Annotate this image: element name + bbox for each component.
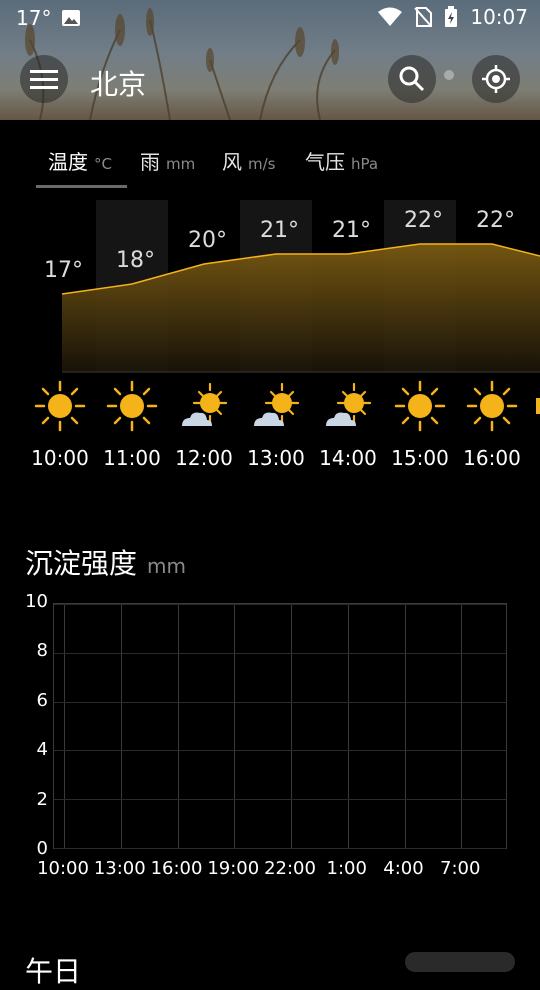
menu-button[interactable] [20,55,68,103]
tab-label: 气压 [305,150,345,174]
grid-line-horizontal [54,750,506,752]
precipitation-header: 沉淀强度 mm [25,542,186,582]
precipitation-chart [53,603,507,849]
x-tick-label: 1:00 [326,858,367,879]
sun-icon [466,380,518,432]
y-tick-label: 10 [25,591,48,612]
city-name: 北京 [90,68,147,101]
battery-charging-icon [445,6,458,27]
y-tick-label: 8 [36,640,48,662]
tab-label: 温度 [48,150,88,174]
x-tick-label: 22:00 [264,858,316,879]
search-button[interactable] [388,55,436,103]
x-tick-label: 13:00 [93,858,146,879]
image-notification-icon [62,10,81,26]
grid-line-vertical [177,604,179,848]
tab-rain[interactable]: 雨 mm [140,146,195,175]
temperature-label: 21° [260,218,299,243]
tab-label: 风 [222,150,242,174]
tab-temperature[interactable]: 温度 °C [48,146,112,175]
grid-line-vertical [404,604,406,848]
y-tick-label: 4 [36,739,48,761]
grid-line-vertical [347,604,349,848]
temperature-label: 22° [476,208,515,233]
sun-icon [394,380,446,432]
tab-label: 雨 [140,150,160,174]
page-indicator-dot [444,70,454,80]
hour-time: 14:00 [319,446,377,470]
tab-wind[interactable]: 风 m/s [222,146,275,175]
sun-icon [34,380,86,432]
partly-cloudy-icon [326,382,372,426]
precipitation-unit: mm [147,554,186,578]
sun-icon [106,380,158,432]
grid-line-horizontal [54,604,506,605]
x-tick-label: 16:00 [150,858,203,879]
grid-line-horizontal [54,652,506,654]
hour-time: 12:00 [175,446,233,470]
grid-line-horizontal [54,799,506,801]
grid-line-vertical [64,604,65,848]
metric-tabs: 温度 °C 雨 mm 风 m/s 气压 hPa [0,128,540,188]
search-icon [399,66,425,92]
x-tick-label: 19:00 [207,858,260,879]
grid-line-vertical [120,604,122,848]
header-background: 17° 10:07 北京 [0,0,540,120]
hamburger-menu-icon [30,70,58,89]
temperature-label: 17° [44,258,83,283]
no-sim-icon [414,7,433,27]
status-time: 10:07 [470,5,528,29]
hour-time: 10:00 [31,446,89,470]
location-target-icon [482,65,510,93]
next-hour-icon-edge [536,398,540,414]
status-temperature: 17° [16,6,52,30]
hour-time: 16:00 [463,446,521,470]
partly-cloudy-icon [182,382,228,426]
temperature-label: 18° [116,248,155,273]
hourly-forecast[interactable]: 10:00 17° 11:00 18° 12:00 20° 13:00 21° … [0,198,540,478]
active-tab-indicator [36,185,127,188]
tab-unit: mm [166,155,196,173]
wifi-icon [378,7,403,26]
tab-unit: m/s [248,155,276,173]
grid-line-horizontal [54,701,506,703]
precipitation-title: 沉淀强度 [25,547,138,580]
grid-line-horizontal [54,848,506,849]
hour-time: 13:00 [247,446,305,470]
tab-pressure[interactable]: 气压 hPa [305,146,378,175]
y-tick-label: 0 [36,838,48,859]
locate-button[interactable] [472,55,520,103]
temperature-label: 20° [188,228,227,253]
temperature-label: 22° [404,208,443,233]
x-tick-label: 7:00 [440,858,481,879]
grid-line-vertical [234,604,236,848]
hour-time: 11:00 [103,446,161,470]
grid-line-vertical [291,604,292,848]
temperature-label: 21° [332,218,371,243]
y-tick-label: 2 [36,788,48,810]
y-tick-label: 6 [36,689,48,711]
hour-time: 15:00 [391,446,449,470]
x-tick-label: 4:00 [383,858,424,879]
next-section-title: 午日 [25,955,82,988]
x-tick-label: 10:00 [37,858,89,879]
partly-cloudy-icon [254,382,300,426]
status-bar: 17° 10:07 [0,0,540,36]
grid-line-vertical [461,604,463,848]
tab-unit: °C [94,155,112,173]
next-section-chip[interactable] [405,952,515,972]
tab-unit: hPa [351,155,379,173]
